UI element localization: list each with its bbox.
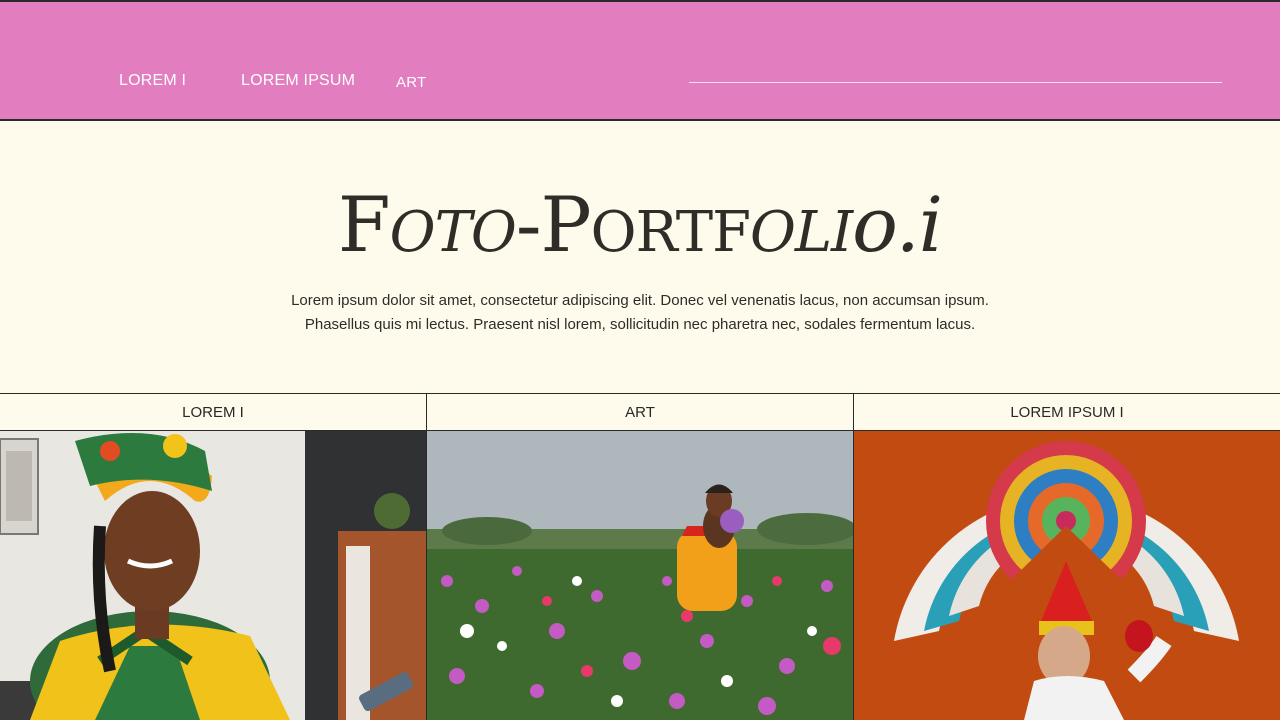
nav-link-art[interactable]: ART	[396, 74, 426, 91]
title-part: ORTF	[590, 200, 751, 265]
hero-paragraph-line: Lorem ipsum dolor sit amet, consectetur …	[291, 292, 989, 309]
title-part: F	[337, 180, 391, 269]
festival-costume-photo[interactable]	[853, 431, 1280, 720]
flower-field-photo[interactable]	[426, 431, 853, 720]
page-title: FOTO-PORTFOLIO.I	[0, 180, 1280, 278]
flower-field-image	[427, 431, 853, 720]
category-tabs: LOREM I ART LOREM IPSUM I	[0, 393, 1280, 431]
title-part: -P	[515, 180, 592, 269]
festival-costume-image	[854, 431, 1280, 720]
title-part: OTO	[389, 200, 517, 265]
title-part: OLI	[749, 200, 853, 265]
tab-art[interactable]: ART	[426, 394, 853, 430]
hero-paragraph-line: Phasellus quis mi lectus. Praesent nisl …	[304, 316, 976, 333]
woman-portrait-image	[0, 431, 426, 720]
search-field-underline[interactable]	[689, 82, 1222, 83]
tab-lorem-ipsum-i[interactable]: LOREM IPSUM I	[853, 394, 1280, 430]
woman-portrait-photo[interactable]	[0, 431, 426, 720]
tab-lorem-i[interactable]: LOREM I	[0, 394, 426, 430]
photo-gallery	[0, 431, 1280, 720]
top-navigation-bar: LOREM I LOREM IPSUM ART	[0, 0, 1280, 121]
nav-link-lorem-ipsum[interactable]: LOREM IPSUM	[241, 72, 355, 90]
nav-link-lorem-i[interactable]: LOREM I	[119, 72, 186, 90]
title-part: O.I	[852, 180, 943, 269]
